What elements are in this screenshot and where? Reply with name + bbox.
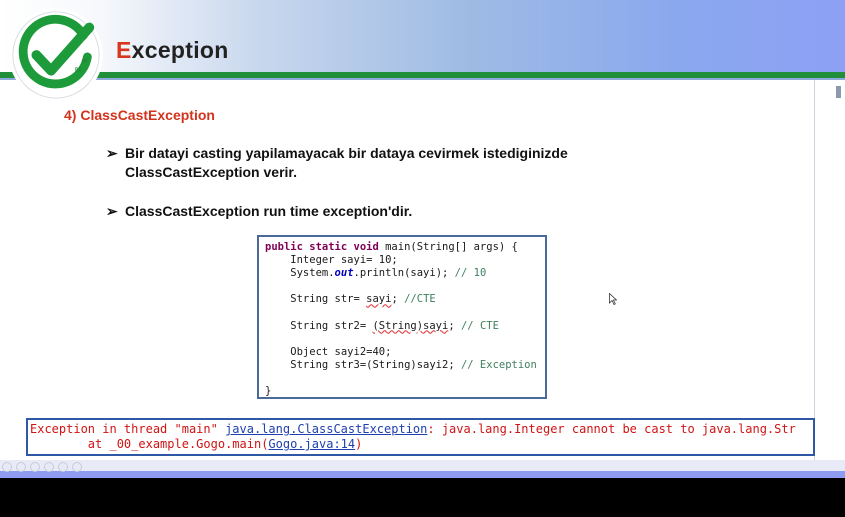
slide-right-divider [814, 80, 815, 475]
code-line: String str= sayi; //CTE [265, 293, 537, 306]
logo-caption-bottom: 01 [75, 68, 83, 74]
code-line: Object sayi2=40; [265, 346, 537, 359]
arrow-bullet-icon: ➢ [106, 145, 118, 161]
code-line: Integer sayi= 10; [265, 254, 537, 267]
code-token: Integer sayi= 10; [265, 254, 398, 267]
bullet-item: ➢ Bir datayi casting yapilamayacak bir d… [106, 144, 568, 180]
console-text: at _00_example.Gogo.main( [30, 437, 269, 451]
code-token: System. [265, 267, 335, 280]
console-text: : java.lang.Integer cannot be cast to ja… [427, 422, 796, 436]
slide-mini-toolbar [2, 462, 82, 472]
toolbar-circle-icon[interactable] [72, 462, 82, 472]
toolbar-circle-icon[interactable] [30, 462, 40, 472]
toolbar-circle-icon[interactable] [44, 462, 54, 472]
scroll-marker [836, 86, 841, 98]
code-token: // 10 [454, 267, 487, 280]
toolbar-circle-icon[interactable] [58, 462, 68, 472]
code-token: (String)sayi [372, 319, 449, 332]
source-link[interactable]: Gogo.java:14 [268, 437, 355, 451]
console-line: Exception in thread "main" java.lang.Cla… [30, 422, 796, 437]
console-text: ) [355, 437, 363, 451]
page-title: Exception [116, 37, 229, 64]
checkmark-logo-icon: 00 01 [8, 7, 104, 103]
code-token: Object sayi2=40; [265, 345, 392, 358]
code-token: String str3=(String)sayi2; [265, 358, 461, 371]
code-snippet: public static void main(String[] args) {… [257, 235, 547, 399]
code-token: main(String[] args) { [385, 241, 518, 253]
code-line: System.out.println(sayi); // 10 [265, 267, 537, 280]
logo-caption-top: 00 [81, 59, 87, 65]
code-token: // CTE [460, 319, 499, 332]
code-token: String str2= [265, 319, 373, 332]
console-output: Exception in thread "main" java.lang.Cla… [26, 418, 815, 456]
header-divider-secondary [0, 78, 845, 80]
console-line: at _00_example.Gogo.main(Gogo.java:14) [30, 437, 796, 452]
page-title-rest: xception [131, 37, 229, 63]
section-heading: 4) ClassCastException [64, 107, 215, 123]
code-line: public static void main(String[] args) { [265, 241, 537, 254]
console-lines: Exception in thread "main" java.lang.Cla… [30, 422, 796, 452]
console-text: Exception in thread "main" [30, 422, 226, 436]
bullet-text: Bir datayi casting yapilamayacak bir dat… [125, 144, 645, 182]
toolbar-circle-icon[interactable] [2, 462, 12, 472]
bullet-line: Bir datayi casting yapilamayacak bir dat… [125, 145, 568, 161]
code-token: } [265, 385, 272, 398]
code-line: String str3=(String)sayi2; // Exception [265, 359, 537, 372]
page-title-first-letter: E [116, 37, 132, 63]
toolbar-circle-icon[interactable] [16, 462, 26, 472]
bullet-line: ClassCastException run time exception'di… [125, 203, 413, 219]
code-line: } [265, 385, 537, 398]
bullet-line: ClassCastException verir. [125, 164, 297, 180]
code-token: //CTE [404, 293, 436, 306]
footer-accent [0, 471, 845, 478]
code-lines: public static void main(String[] args) {… [265, 241, 537, 398]
exception-link[interactable]: java.lang.ClassCastException [225, 422, 427, 436]
arrow-bullet-icon: ➢ [106, 203, 118, 219]
code-token: .println(sayi); [353, 267, 455, 280]
code-token: out [334, 267, 354, 280]
code-token: sayi [366, 293, 392, 306]
code-token: public static void [265, 241, 386, 253]
code-token: String str= [265, 293, 367, 306]
code-line: String str2= (String)sayi; // CTE [265, 320, 537, 333]
bullet-text: ClassCastException run time exception'di… [125, 202, 645, 221]
code-token: ; [448, 319, 461, 332]
code-token: ; [391, 293, 405, 306]
mouse-cursor-icon [609, 293, 617, 305]
bullet-item: ➢ ClassCastException run time exception'… [106, 202, 412, 221]
code-token: // Exception [460, 358, 537, 371]
presentation-slide: 00 01 Exception 4) ClassCastException ➢ … [0, 0, 845, 478]
